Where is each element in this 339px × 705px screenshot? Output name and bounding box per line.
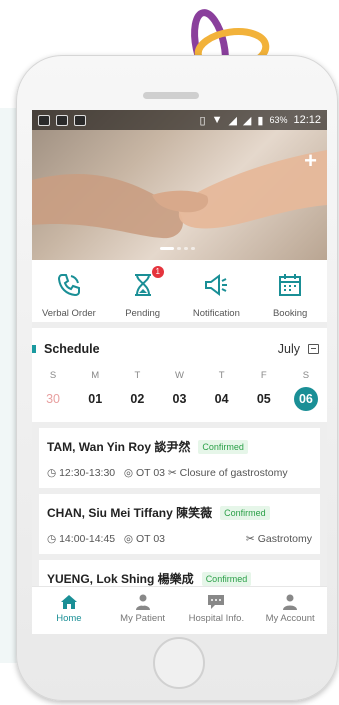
nav-label: Home [56, 613, 82, 624]
app-notification-icon [38, 114, 50, 126]
hourglass-icon [134, 274, 151, 296]
quick-action-booking[interactable]: Booking [253, 260, 327, 322]
battery-level: 63% [269, 115, 288, 125]
status-badge: Confirmed [220, 505, 270, 520]
appointment-time: 14:00-14:45 [59, 533, 116, 545]
quick-actions: Verbal Order 1 Pending Notification Book… [32, 260, 327, 328]
week-strip: S 30 M 01 T 02 W 03 T 04 F 05 S 06 [32, 370, 327, 411]
day-of-week: F [260, 370, 267, 381]
status-bar: ▯ ▼ ◢ ◢ ▮ 63% 12:12 [32, 110, 327, 130]
add-icon[interactable]: + [304, 148, 317, 174]
day-cell[interactable]: T 02 [116, 370, 158, 411]
phone-call-icon [57, 274, 80, 297]
app-screen: + ▯ ▼ ◢ ◢ ▮ 63% 12:12 Verbal Order 1 Pen… [32, 110, 327, 634]
app-notification-icon [56, 114, 68, 126]
day-cell[interactable]: W 03 [158, 370, 200, 411]
schedule-header: Schedule July [32, 342, 327, 356]
signal-icon: ◢ [242, 114, 252, 127]
day-number: 05 [256, 392, 271, 406]
patient-icon [135, 594, 150, 610]
clock-icon: ◷ [47, 533, 57, 545]
quick-action-label: Verbal Order [41, 308, 96, 319]
carousel-indicator [160, 247, 195, 250]
appointment-location: OT 03 [136, 533, 166, 545]
day-cell[interactable]: T 04 [201, 370, 243, 411]
appointment-procedure: Gastrotomy [257, 533, 312, 545]
quick-action-label: Notification [192, 308, 240, 319]
location-icon: ◎ [123, 467, 134, 479]
pending-badge: 1 [151, 266, 164, 278]
day-of-week: S [49, 370, 57, 381]
patient-name: TAM, Wan Yin Roy 談尹然 [47, 440, 191, 454]
user-icon [283, 594, 298, 610]
nav-my-account[interactable]: My Account [253, 587, 327, 634]
hands-image [32, 150, 327, 239]
patient-name: CHAN, Siu Mei Tiffany 陳笑薇 [47, 506, 213, 520]
day-number: 01 [88, 392, 103, 406]
day-number: 03 [172, 392, 187, 406]
calendar-picker-icon[interactable] [308, 344, 319, 354]
appointment-time: 12:30-13:30 [59, 467, 116, 479]
phone-speaker [143, 92, 199, 99]
scissors-icon: ✂ [167, 467, 177, 479]
day-of-week: M [91, 370, 100, 381]
day-number-selected: 06 [293, 387, 318, 411]
clock-icon: ◷ [47, 467, 57, 479]
status-badge: Confirmed [198, 439, 248, 454]
quick-action-label: Pending [125, 308, 161, 319]
nav-label: My Account [265, 613, 315, 624]
home-icon [60, 595, 77, 609]
megaphone-icon [205, 274, 228, 296]
calendar-icon [279, 274, 302, 296]
location-icon: ◎ [123, 533, 134, 545]
patient-name: YUENG, Lok Shing 楊樂成 [47, 572, 194, 586]
day-of-week: T [218, 370, 225, 381]
day-of-week: S [302, 370, 310, 381]
vibrate-icon: ▯ [199, 114, 206, 127]
appointment-procedure: Closure of gastrostomy [179, 467, 288, 479]
schedule-title: Schedule [44, 342, 100, 356]
day-cell[interactable]: F 05 [243, 370, 285, 411]
battery-icon: ▮ [257, 114, 264, 127]
day-number: 02 [130, 392, 145, 406]
app-notification-icon [74, 114, 86, 126]
day-cell[interactable]: M 01 [74, 370, 116, 411]
section-marker [32, 345, 36, 353]
chat-icon [208, 595, 225, 609]
signal-icon: ◢ [228, 114, 237, 127]
month-selector[interactable]: July [278, 342, 300, 356]
day-of-week: T [134, 370, 141, 381]
quick-action-label: Booking [272, 308, 308, 319]
appointment-location: OT 03 [136, 467, 166, 479]
appointment-list[interactable]: TAM, Wan Yin Roy 談尹然 Confirmed ◷ 12:30-1… [32, 422, 327, 588]
phone-home-button[interactable] [153, 637, 205, 689]
nav-label: My Patient [120, 613, 166, 624]
appointment-card[interactable]: CHAN, Siu Mei Tiffany 陳笑薇 Confirmed ◷ 14… [39, 494, 320, 554]
nav-label: Hospital Info. [188, 613, 245, 624]
clock: 12:12 [293, 114, 321, 126]
day-cell[interactable]: S 30 [32, 370, 74, 411]
scissors-icon: ✂ [245, 533, 255, 545]
hero-banner[interactable]: + [32, 110, 327, 260]
appointment-card[interactable]: TAM, Wan Yin Roy 談尹然 Confirmed ◷ 12:30-1… [39, 428, 320, 488]
appointment-card[interactable]: YUENG, Lok Shing 楊樂成 Confirmed [39, 560, 320, 588]
quick-action-pending[interactable]: 1 Pending [106, 260, 180, 322]
bottom-navigation: Home My Patient Hospital Info. My Accoun… [32, 586, 327, 634]
wifi-icon: ▼ [211, 114, 223, 126]
nav-hospital-info[interactable]: Hospital Info. [180, 587, 254, 634]
day-number: 04 [214, 392, 229, 406]
day-number: 30 [46, 392, 61, 406]
quick-action-notification[interactable]: Notification [180, 260, 254, 322]
day-cell[interactable]: S 06 [285, 370, 327, 411]
nav-home[interactable]: Home [32, 587, 106, 634]
status-badge: Confirmed [201, 571, 252, 586]
quick-action-verbal-order[interactable]: Verbal Order [32, 260, 106, 322]
nav-my-patient[interactable]: My Patient [106, 587, 180, 634]
day-of-week: W [175, 370, 184, 381]
